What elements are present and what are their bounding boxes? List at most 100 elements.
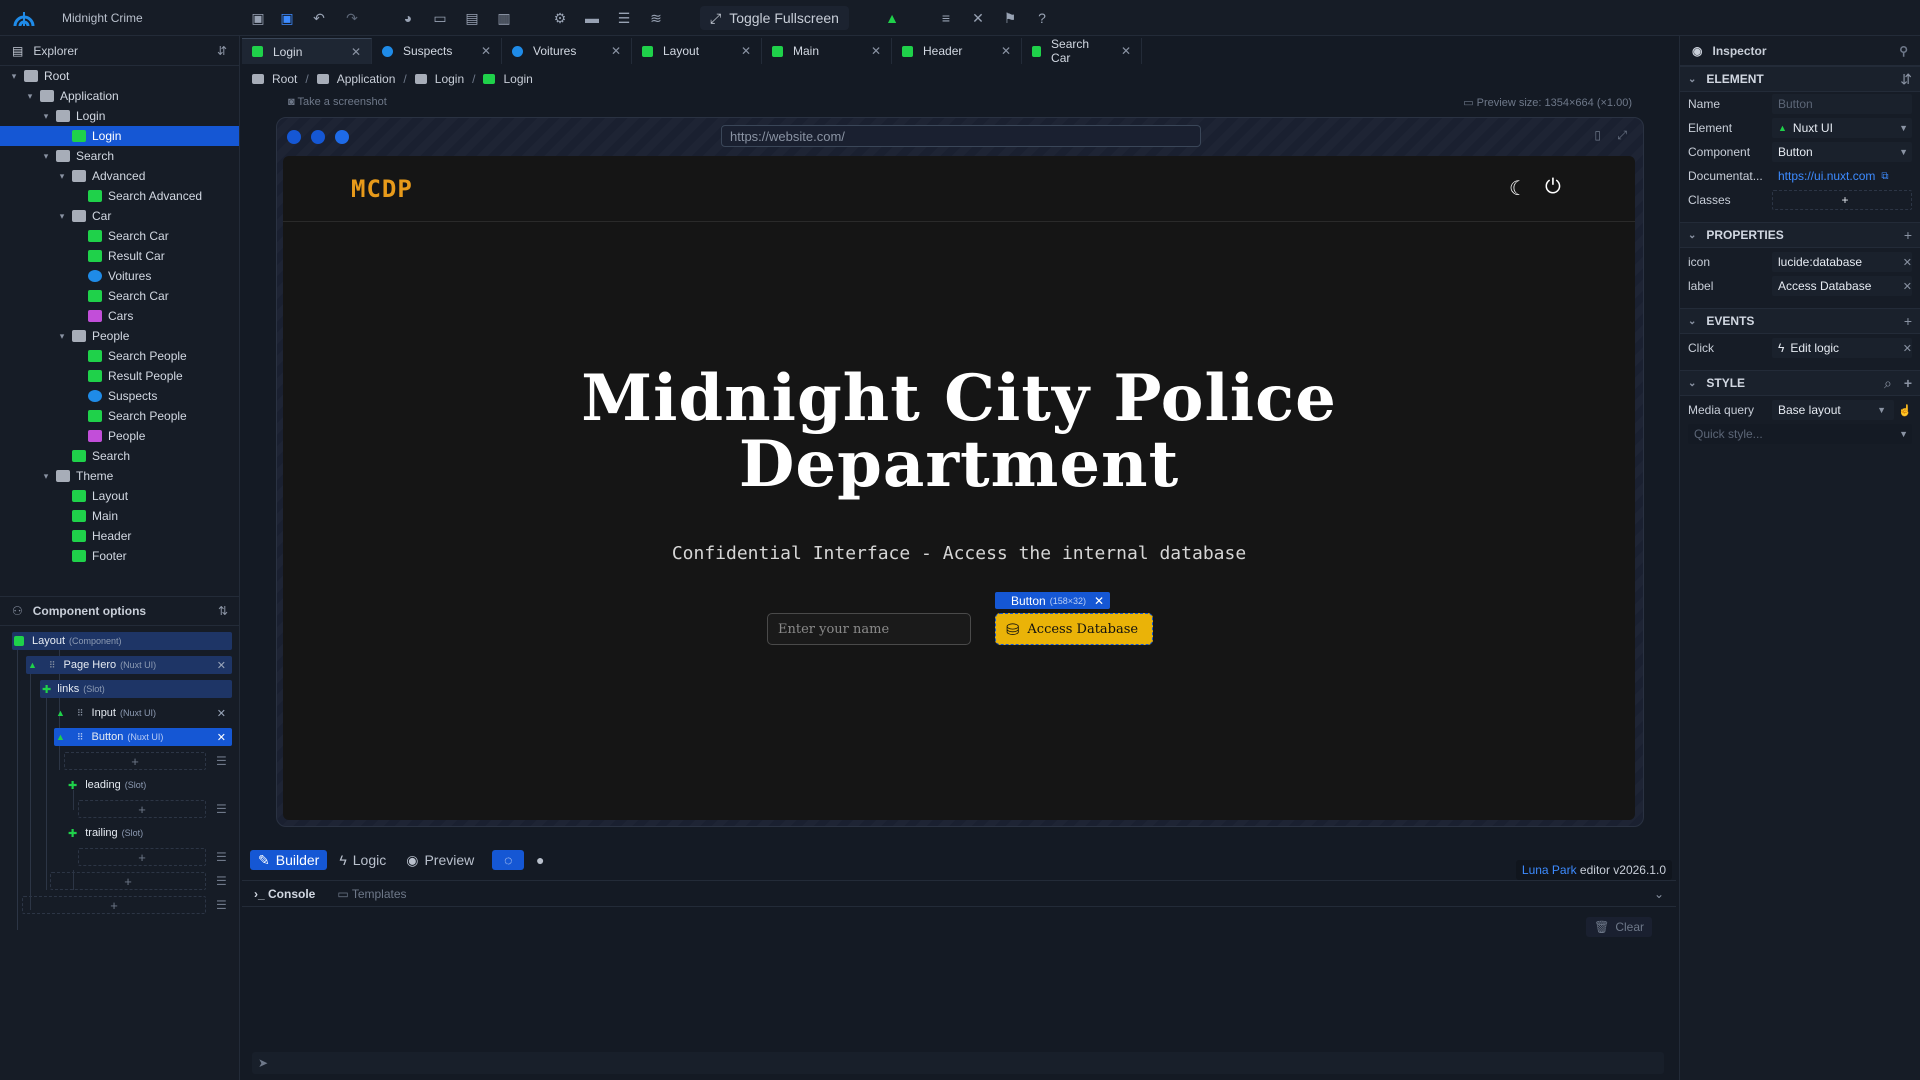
drag-handle-icon[interactable]: ⠿ (49, 660, 56, 671)
list-icon[interactable]: ☰ (216, 754, 227, 768)
tree-item[interactable]: ▾ People (0, 326, 239, 346)
quick-style-input[interactable]: Quick style... (1688, 424, 1912, 444)
console-input[interactable]: ➤ (252, 1052, 1664, 1074)
nuxt-icon[interactable]: ▲ (882, 8, 902, 28)
close-icon[interactable]: ✕ (1101, 44, 1131, 58)
tab-main[interactable]: Main ✕ (762, 38, 892, 64)
save-all-icon[interactable]: ▣ (277, 8, 297, 28)
tree-item[interactable]: Main (0, 506, 239, 526)
element-select[interactable]: ▲ Nuxt UI (1772, 118, 1912, 138)
tree-node-input[interactable]: ▲ ⠿ Input (Nuxt UI) ✕ (54, 704, 232, 722)
record-button[interactable]: ● (528, 850, 552, 870)
access-database-button[interactable]: ⛁ Access Database (995, 613, 1153, 645)
add-to-layout-button[interactable]: + (22, 896, 206, 914)
database-icon[interactable]: ≋ (646, 8, 666, 28)
builder-mode-button[interactable]: ✎ Builder (250, 850, 328, 870)
clear-console-button[interactable]: 🗑 Clear (1586, 917, 1652, 937)
list-icon[interactable]: ≡ (936, 8, 956, 28)
component-select[interactable]: Button (1772, 142, 1912, 162)
send-icon[interactable]: ➤ (258, 1056, 268, 1070)
prop-value-field[interactable]: lucide:database (1772, 252, 1912, 272)
chevron-down-icon[interactable]: ▾ (56, 331, 68, 342)
tree-item[interactable]: Result Car (0, 246, 239, 266)
tab-search-car[interactable]: Search Car ✕ (1022, 37, 1142, 65)
element-section[interactable]: ⌄ ELEMENT ⇵ (1680, 66, 1920, 92)
save-icon[interactable]: ▣ (248, 8, 268, 28)
chevron-down-icon[interactable]: ▾ (40, 111, 52, 122)
sync-button[interactable]: ◌ (492, 850, 525, 870)
remove-icon[interactable]: ✕ (217, 731, 226, 744)
tab-voitures[interactable]: Voitures ✕ (502, 38, 632, 64)
breadcrumb-login-folder[interactable]: Login (435, 72, 464, 86)
remove-icon[interactable]: ✕ (1903, 342, 1912, 355)
gear-icon[interactable]: ⚙ (550, 8, 570, 28)
chevron-down-icon[interactable]: ▾ (40, 151, 52, 162)
tab-login[interactable]: Login ✕ (242, 38, 372, 64)
tree-item[interactable]: ▾ Application (0, 86, 239, 106)
list-icon[interactable]: ☰ (216, 898, 227, 912)
panel-icon[interactable]: ▬ (582, 8, 602, 28)
list-icon[interactable]: ☰ (216, 874, 227, 888)
documentation-link[interactable]: https://ui.nuxt.com ⧉ (1772, 166, 1912, 186)
tree-item[interactable]: Search Car (0, 226, 239, 246)
edit-logic-button[interactable]: ϟ Edit logic (1772, 338, 1912, 358)
breadcrumb-login-page[interactable]: Login (503, 72, 532, 86)
close-icon[interactable]: ✕ (851, 44, 881, 58)
close-icon[interactable]: ✕ (331, 45, 361, 59)
expand-icon[interactable]: ⤢ (1617, 128, 1627, 143)
plus-icon[interactable]: + (1904, 313, 1912, 329)
drag-icon[interactable]: ⇵ (1900, 71, 1912, 88)
tab-layout[interactable]: Layout ✕ (632, 38, 762, 64)
tree-node-links-slot[interactable]: ✚ links (Slot) (40, 680, 232, 698)
archive-icon[interactable]: ▤ (462, 8, 482, 28)
chart-icon[interactable]: ▥ (494, 8, 514, 28)
take-screenshot-button[interactable]: ◙ Take a screenshot (288, 96, 387, 108)
add-to-trailing-button[interactable]: + (78, 848, 206, 866)
device-icon[interactable]: ▯ (1594, 128, 1601, 142)
tree-item[interactable]: Search Car (0, 286, 239, 306)
pointer-icon[interactable]: ☝ (1898, 404, 1912, 417)
tree-item[interactable]: Login (0, 126, 239, 146)
drag-handle-icon[interactable]: ⠿ (77, 732, 84, 743)
app-logo-icon[interactable] (12, 6, 36, 30)
breadcrumb-root[interactable]: Root (272, 72, 297, 86)
add-to-links-end-button[interactable]: + (50, 872, 206, 890)
tree-item[interactable]: ▾ Car (0, 206, 239, 226)
style-section[interactable]: ⌄ STYLE ⌕ + (1680, 370, 1920, 396)
undo-icon[interactable]: ↶ (309, 8, 329, 28)
moon-icon[interactable]: ☾ (1509, 176, 1527, 201)
search-icon[interactable]: ⌕ (1884, 375, 1892, 392)
tree-item[interactable]: ▾ Advanced (0, 166, 239, 186)
plus-icon[interactable]: + (1904, 227, 1912, 243)
power-icon[interactable]: ⏻ (1545, 176, 1561, 199)
chevron-down-icon[interactable]: ▾ (56, 171, 68, 182)
tree-item[interactable]: Cars (0, 306, 239, 326)
prop-value-field[interactable]: Access Database (1772, 276, 1912, 296)
tree-item[interactable]: ▾ Root (0, 66, 239, 86)
name-field[interactable]: Button (1772, 94, 1912, 114)
tree-item[interactable]: Search People (0, 346, 239, 366)
tree-item[interactable]: ▾ Search (0, 146, 239, 166)
add-to-leading-button[interactable]: + (78, 800, 206, 818)
add-to-links-button[interactable]: + (64, 752, 206, 770)
tree-item[interactable]: People (0, 426, 239, 446)
chevron-down-icon[interactable]: ▾ (8, 71, 20, 82)
properties-section[interactable]: ⌄ PROPERTIES + (1680, 222, 1920, 248)
collapse-all-icon[interactable]: ⇵ (217, 44, 227, 58)
chevron-down-icon[interactable]: ▾ (24, 91, 36, 102)
tree-item[interactable]: Layout (0, 486, 239, 506)
tree-node-leading-slot[interactable]: ✚ leading (Slot) (66, 776, 232, 794)
plus-icon[interactable]: + (1904, 375, 1912, 391)
close-icon[interactable]: ✕ (1094, 594, 1104, 608)
tree-node-page-hero[interactable]: ▲ ⠿ Page Hero (Nuxt UI) ✕ (26, 656, 232, 674)
tree-item[interactable]: Voitures (0, 266, 239, 286)
url-bar[interactable]: https://website.com/ (721, 125, 1201, 147)
drag-handle-icon[interactable]: ⠿ (77, 708, 84, 719)
pin-icon[interactable]: ⚲ (1899, 44, 1908, 58)
server-icon[interactable]: ☰ (614, 8, 634, 28)
tree-item[interactable]: Search Advanced (0, 186, 239, 206)
list-icon[interactable]: ☰ (216, 802, 227, 816)
palette-icon[interactable]: ◕ (398, 8, 418, 28)
sort-icon[interactable]: ⇅ (218, 604, 228, 618)
tree-item[interactable]: Footer (0, 546, 239, 566)
